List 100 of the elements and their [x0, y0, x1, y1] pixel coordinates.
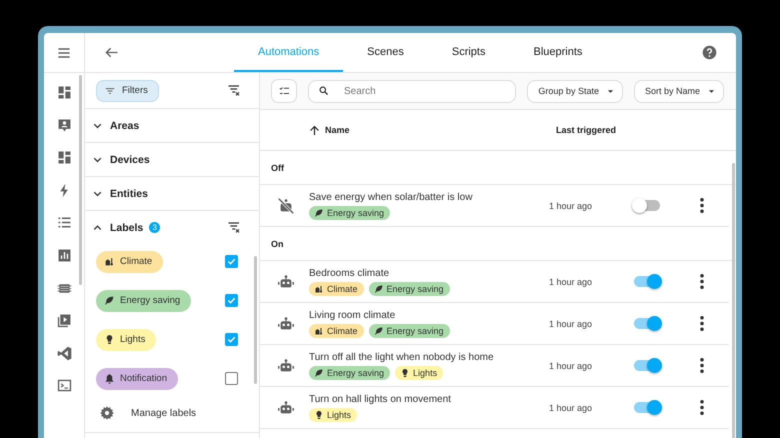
section-title: Devices [110, 154, 150, 166]
filters-button[interactable]: Filters [96, 80, 159, 102]
sort-up-arrow-icon [308, 124, 321, 136]
search-field[interactable]: Search [308, 80, 516, 102]
toggle-switch[interactable] [634, 402, 660, 413]
label-chip[interactable]: Energy saving [96, 290, 192, 312]
label-text: Energy saving [327, 368, 384, 378]
gear-icon [99, 405, 115, 421]
label-text: Energy saving [327, 208, 384, 218]
filter-section-header[interactable]: Labels 3 [85, 211, 259, 244]
robot-icon [277, 314, 295, 332]
automation-name: Turn off all the light when nobody is home [309, 352, 495, 362]
automation-row[interactable]: Bedrooms climate Climate Energy saving 1 hour ago [260, 261, 729, 303]
label-chip[interactable]: Energy saving [368, 282, 450, 296]
label-chip[interactable]: Energy saving [368, 324, 450, 338]
last-triggered: 1 hour ago [549, 200, 594, 210]
label-text: Energy saving [386, 284, 444, 294]
label-text: Lights [413, 368, 438, 378]
clear-filters-button[interactable] [227, 83, 242, 98]
thermometer-house-icon [314, 326, 324, 336]
toggle-switch[interactable] [634, 200, 660, 211]
leaf-icon [374, 284, 384, 294]
more-options-icon [700, 274, 704, 289]
label-text: Lights [120, 334, 146, 345]
code-editor-icon[interactable] [56, 344, 72, 362]
more-options-button[interactable] [700, 400, 704, 415]
select-mode-button[interactable] [271, 79, 297, 103]
section-title: Entities [110, 188, 148, 200]
last-triggered: 1 hour ago [549, 318, 594, 328]
automation-name: Living room climate [309, 310, 396, 320]
more-options-icon [700, 316, 704, 331]
more-options-icon [700, 358, 704, 373]
help-button[interactable] [701, 44, 718, 61]
toggle-switch[interactable] [634, 318, 660, 329]
bell-icon [104, 373, 115, 384]
checkbox[interactable] [225, 294, 238, 307]
tab[interactable]: Scripts [428, 33, 510, 72]
more-options-button[interactable] [700, 274, 704, 289]
manage-labels-button[interactable]: Manage labels [85, 398, 196, 432]
label-chip[interactable]: Energy saving [309, 206, 390, 220]
checkbox[interactable] [225, 333, 238, 346]
automation-row[interactable]: Turn off all the light when nobody is home Energy saving Lights 1 hour ago [260, 345, 729, 387]
count-badge: 3 [149, 222, 160, 233]
label-text: Climate [120, 256, 152, 267]
last-triggered: 1 hour ago [549, 402, 594, 412]
toggle-switch[interactable] [634, 276, 660, 287]
person-card-icon[interactable] [56, 116, 72, 134]
leaf-icon [314, 368, 324, 378]
automation-row[interactable]: Save energy when solar/batter is low Energy saving 1 hour ago [260, 185, 729, 227]
section-title: Areas [110, 120, 140, 132]
label-chip[interactable]: Lights [309, 408, 358, 422]
section-title: Labels [110, 222, 144, 234]
automation-name: Save energy when solar/batter is low [309, 192, 474, 202]
label-chip[interactable]: Notification [96, 368, 178, 390]
tab[interactable]: Blueprints [509, 33, 606, 72]
robot-icon [277, 356, 295, 374]
more-options-button[interactable] [700, 198, 704, 213]
media-play-icon[interactable] [56, 312, 72, 330]
last-triggered: 1 hour ago [549, 276, 594, 286]
label-chip[interactable]: Lights [395, 366, 444, 380]
checkbox[interactable] [225, 372, 238, 385]
automation-row[interactable]: Turn on hall lights on movement Lights 1 hour ago [260, 387, 729, 429]
filter-section-header[interactable]: Areas [85, 109, 259, 142]
label-chip[interactable]: Energy saving [309, 366, 390, 380]
dashboard-icon[interactable] [56, 149, 72, 166]
column-header[interactable]: Last triggered [549, 125, 634, 135]
more-options-button[interactable] [700, 358, 704, 373]
scrollbar[interactable] [79, 75, 82, 285]
group-by-dropdown[interactable]: Group by State [527, 80, 623, 102]
bar-chart-icon[interactable] [56, 246, 72, 264]
dashboard-icon[interactable] [56, 84, 72, 101]
column-header[interactable]: Name [308, 124, 549, 136]
clear-filter-button[interactable] [227, 220, 242, 235]
automation-row[interactable]: Living room climate Climate Energy saving 1 hour ago [260, 303, 729, 345]
more-options-icon [700, 198, 704, 213]
filter-section-header[interactable]: Devices [85, 143, 259, 176]
sort-by-dropdown[interactable]: Sort by Name [634, 80, 724, 102]
leaf-icon [374, 326, 384, 336]
scrollbar[interactable] [732, 163, 735, 438]
label-text: Energy saving [120, 295, 180, 306]
toggle-switch[interactable] [634, 360, 660, 371]
filter-section-header[interactable]: Entities [85, 177, 259, 210]
robot-icon [277, 272, 295, 290]
help-icon [701, 44, 718, 61]
more-options-icon [700, 400, 704, 415]
label-chip[interactable]: Climate [309, 282, 364, 296]
label-text: Notification [120, 373, 167, 384]
robot-off-icon [277, 196, 295, 214]
label-chip[interactable]: Lights [96, 328, 156, 350]
terminal-icon[interactable] [56, 377, 72, 394]
label-chip[interactable]: Climate [96, 250, 164, 272]
thermometer-house-icon [104, 256, 115, 267]
scrollbar[interactable] [254, 256, 257, 384]
last-triggered: 1 hour ago [549, 360, 594, 370]
more-options-button[interactable] [700, 316, 704, 331]
search-icon [318, 85, 330, 97]
label-chip[interactable]: Climate [309, 324, 364, 338]
checkbox[interactable] [225, 255, 238, 268]
tab[interactable]: Scenes [343, 33, 428, 72]
light-bulb-icon [400, 368, 410, 378]
